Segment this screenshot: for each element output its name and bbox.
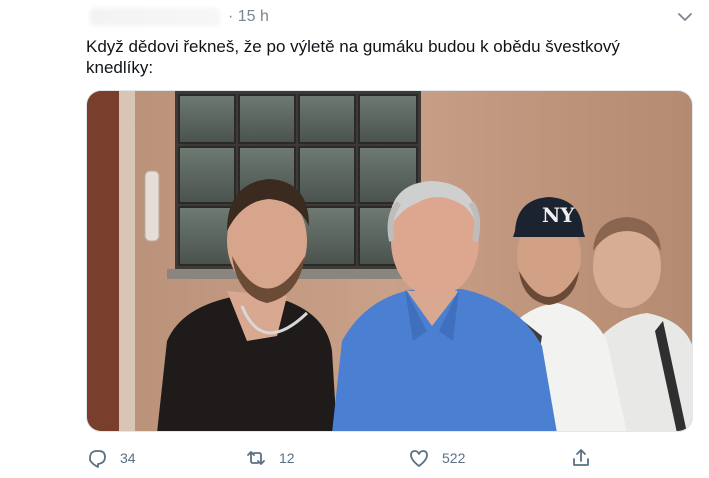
heart-icon bbox=[408, 447, 430, 469]
tweet-photo[interactable]: NY bbox=[86, 90, 693, 432]
like-button[interactable]: 522 bbox=[408, 446, 465, 470]
like-count: 522 bbox=[442, 450, 466, 466]
reply-count: 34 bbox=[120, 450, 136, 466]
tweet-text: Když dědovi řekneš, že po výletě na gumá… bbox=[86, 37, 625, 77]
retweet-button[interactable]: 12 bbox=[245, 446, 295, 470]
share-button[interactable] bbox=[570, 446, 604, 470]
blurred-author-name bbox=[90, 8, 220, 26]
tweet-timestamp[interactable]: · 15 h bbox=[228, 8, 269, 26]
time-separator: · bbox=[228, 8, 234, 25]
share-icon bbox=[570, 447, 592, 469]
retweet-count: 12 bbox=[279, 450, 295, 466]
reply-button[interactable]: 34 bbox=[86, 446, 136, 470]
photo-image: NY bbox=[87, 91, 692, 431]
svg-text:NY: NY bbox=[542, 203, 575, 227]
chevron-down-icon[interactable] bbox=[676, 8, 694, 26]
time-value: 15 h bbox=[237, 8, 269, 25]
tweet-actions: 34 12 522 bbox=[0, 440, 709, 476]
retweet-icon bbox=[245, 447, 267, 469]
reply-icon bbox=[86, 447, 108, 469]
tweet-header: · 15 h bbox=[0, 0, 709, 34]
